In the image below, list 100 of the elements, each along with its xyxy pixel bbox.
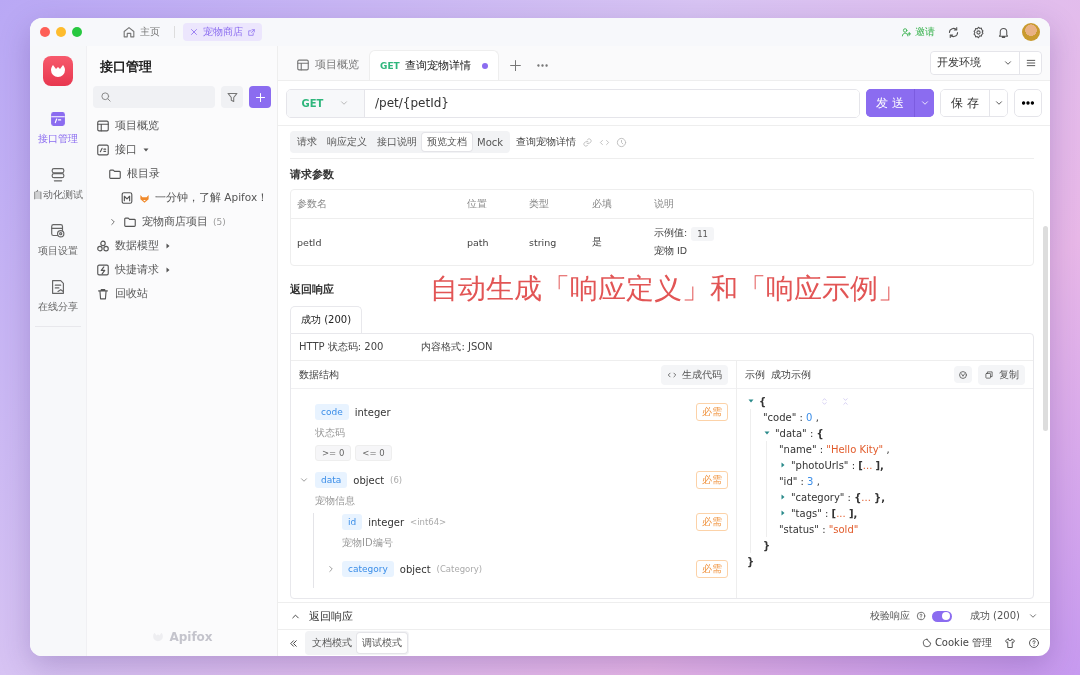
api-icon — [96, 143, 110, 157]
copy-button[interactable]: 复制 — [978, 364, 1025, 385]
folder-icon — [123, 215, 137, 229]
layout-icon — [96, 119, 110, 133]
collapse-icon — [841, 396, 851, 406]
generate-code-button[interactable]: 生成代码 — [661, 364, 728, 385]
sync-icon — [947, 25, 960, 39]
tree-item[interactable]: 宠物商店项目 (5) — [105, 210, 232, 234]
more-button[interactable] — [1014, 89, 1042, 117]
view-tab[interactable]: 请求 — [292, 133, 322, 151]
field-format: <int64> — [410, 517, 447, 527]
caret-icon — [747, 397, 755, 405]
json-line: "id" : 3 , — [779, 475, 820, 487]
field-type: object — [353, 474, 385, 486]
settings-icon — [972, 25, 985, 39]
close-window-button[interactable] — [40, 27, 50, 37]
tree-item[interactable]: 项目概览 — [93, 114, 271, 138]
required-tag: 必需 — [696, 513, 728, 531]
cookie-button[interactable]: Cookie 管理 — [921, 636, 992, 650]
add-button[interactable] — [249, 86, 271, 108]
panel-title: 数据结构 — [299, 367, 339, 382]
mode-tab[interactable]: 文档模式 — [307, 633, 357, 653]
annotation-text: 自动生成「响应定义」和「响应示例」 — [430, 271, 906, 307]
field-format: (Category) — [436, 564, 483, 574]
tree-item[interactable]: 快捷请求 — [93, 258, 271, 282]
validate-toggle[interactable] — [931, 610, 952, 622]
example-label: 示例值: — [654, 227, 688, 240]
save-dropdown-button[interactable] — [989, 90, 1007, 116]
json-line: "code" : 0 , — [763, 411, 819, 423]
column-header: 说明 — [654, 197, 674, 211]
response-panel-toggle[interactable]: 返回响应 — [290, 608, 353, 624]
maximize-window-button[interactable] — [72, 27, 82, 37]
copy-icon — [984, 369, 994, 380]
tree-item[interactable]: 回收站 — [93, 282, 271, 306]
send-dropdown-button[interactable] — [914, 89, 934, 117]
tree-item[interactable]: 一分钟，了解 Apifox！ — [117, 186, 275, 210]
chevron-icon — [919, 98, 930, 108]
json-line: "data" : { — [775, 427, 824, 439]
fox-icon — [139, 192, 150, 204]
field-format: (6) — [390, 475, 403, 485]
caret-icon — [142, 146, 150, 154]
table-cell: 是 — [592, 235, 602, 249]
caret-icon — [779, 461, 787, 469]
view-tab[interactable]: 接口说明 — [372, 133, 422, 151]
panel-title: 示例 — [745, 367, 765, 382]
home-icon — [122, 25, 136, 39]
nav-item[interactable]: 接口管理 — [38, 108, 78, 148]
field-name-tag: data — [315, 472, 348, 488]
nav-item[interactable]: 项目设置 — [38, 220, 78, 260]
response-tab[interactable]: 成功 (200) — [290, 306, 363, 333]
scrollbar[interactable] — [1043, 226, 1048, 431]
mode-tab[interactable]: 调试模式 — [357, 633, 407, 653]
field-name-tag: id — [342, 514, 363, 530]
status-select[interactable]: 成功 (200) — [969, 609, 1038, 623]
field-description: 宠物ID编号 — [341, 536, 394, 550]
endpoint-name: 查询宠物详情 — [516, 135, 577, 149]
view-tab[interactable]: Mock — [472, 133, 509, 151]
bell-icon — [997, 25, 1010, 39]
example-name: 成功示例 — [771, 367, 811, 382]
view-tab[interactable]: 预览文档 — [422, 133, 472, 151]
tree-item[interactable]: 接口 — [93, 138, 271, 162]
lightning-icon — [96, 263, 110, 277]
required-tag: 必需 — [696, 403, 728, 421]
json-line: "category" : {... }, — [791, 491, 885, 503]
column-header: 必填 — [592, 197, 612, 211]
json-line: } — [747, 555, 755, 567]
chevron-icon — [1028, 611, 1038, 621]
nav-item[interactable]: 在线分享 — [38, 276, 78, 316]
tree-item[interactable]: 数据模型 — [93, 234, 271, 258]
table-cell: 宠物 ID — [654, 244, 688, 258]
field-type: object — [399, 563, 431, 575]
plus-icon — [253, 90, 267, 104]
help-icon — [1028, 637, 1040, 649]
avatar[interactable] — [1022, 23, 1040, 41]
response-meta: HTTP 状态码: 200 — [299, 340, 384, 354]
close-icon — [189, 27, 199, 37]
filter-button[interactable] — [221, 86, 243, 108]
format-button[interactable] — [954, 366, 972, 383]
view-tab[interactable]: 响应定义 — [322, 133, 372, 151]
nav-item[interactable]: 自动化测试 — [33, 164, 83, 204]
response-meta: 内容格式: JSON — [421, 340, 493, 354]
sidebar-title: 接口管理 — [99, 58, 153, 76]
stack-icon — [49, 166, 67, 184]
window-tab[interactable]: 主页 — [116, 23, 166, 41]
validate-label: 校验响应 — [869, 609, 910, 623]
tree-item[interactable]: 根目录 — [105, 162, 166, 186]
column-header: 位置 — [467, 197, 487, 211]
column-header: 类型 — [529, 197, 549, 211]
clock-icon — [616, 136, 628, 148]
editor-tab[interactable]: GET 查询宠物详情 — [369, 50, 499, 80]
chevron-icon — [299, 475, 309, 485]
cookie-icon — [921, 638, 932, 648]
folder-icon — [108, 167, 122, 181]
search-field[interactable] — [93, 86, 215, 108]
minimize-window-button[interactable] — [56, 27, 66, 37]
settings-icon — [49, 222, 67, 240]
column-header: 参数名 — [297, 197, 327, 211]
json-line: "status" : "sold" — [779, 523, 859, 535]
editor-tab[interactable]: 项目概览 — [286, 50, 369, 80]
field-type: integer — [368, 516, 405, 528]
